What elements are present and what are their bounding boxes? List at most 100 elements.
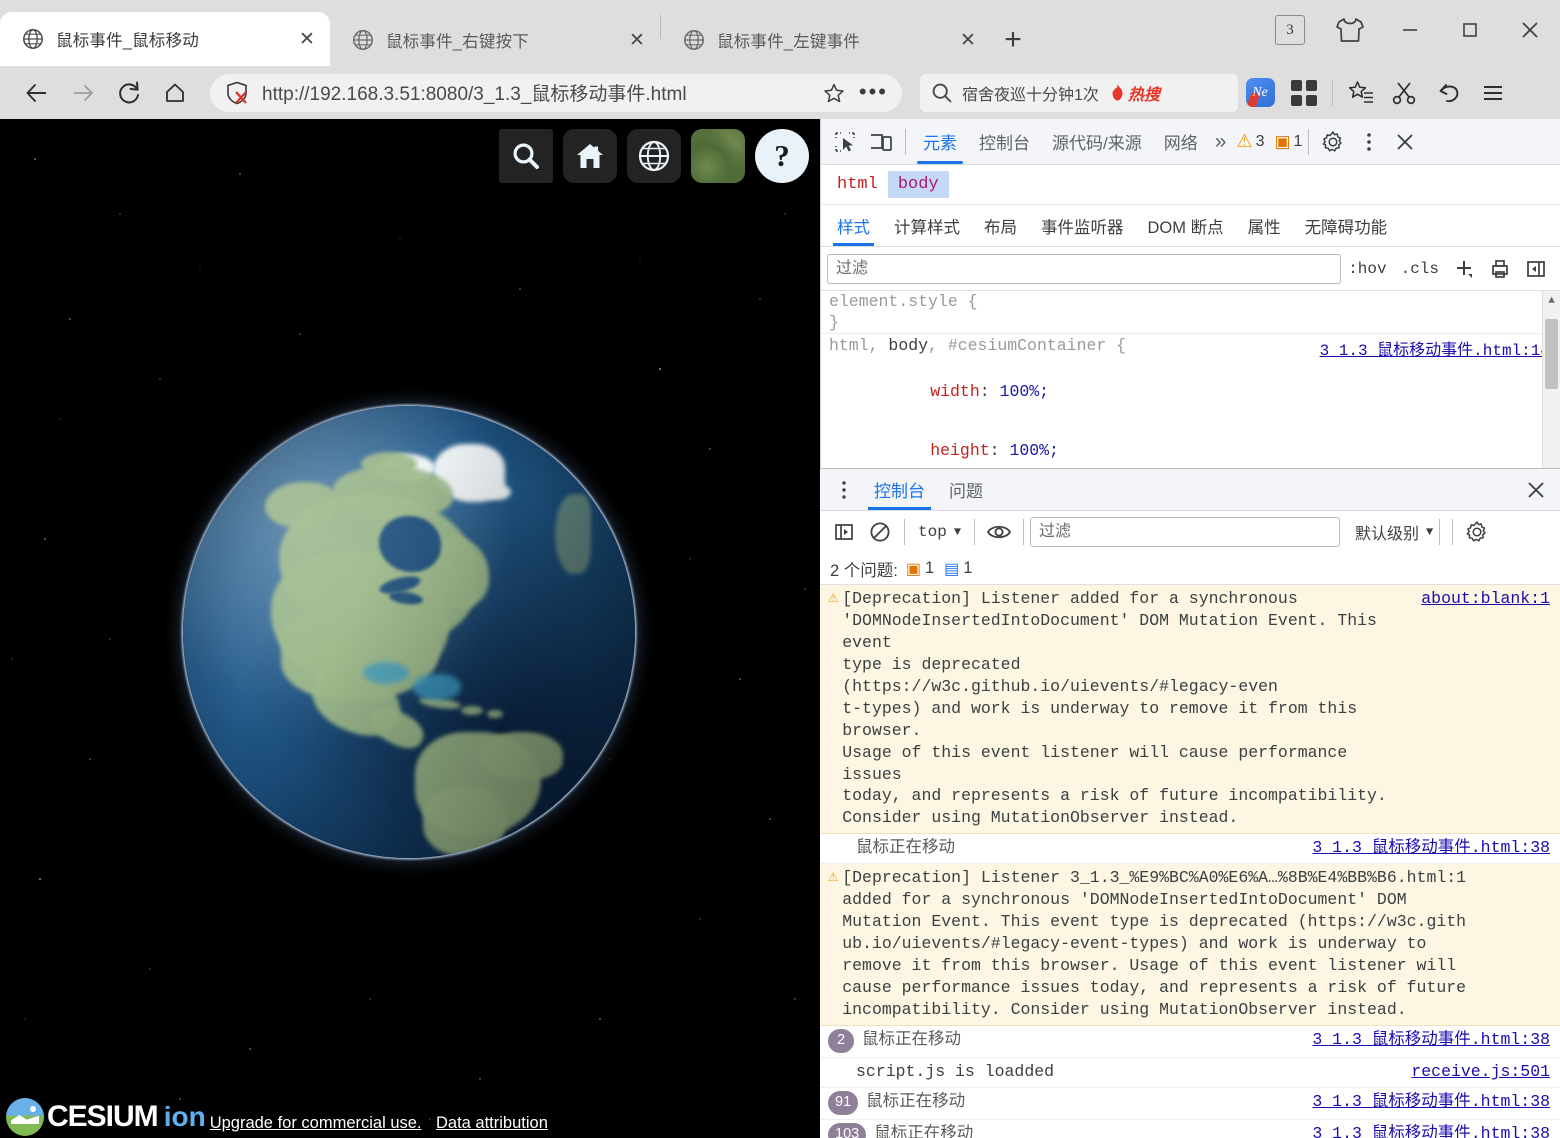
search-geocoder-button[interactable] bbox=[499, 129, 553, 183]
devtools-tab-network[interactable]: 网络 bbox=[1153, 120, 1209, 164]
shield-warning-icon[interactable] bbox=[224, 80, 250, 106]
reload-button[interactable] bbox=[106, 72, 152, 114]
data-attribution-link[interactable]: Data attribution bbox=[436, 1114, 548, 1132]
devtools-issue-count[interactable]: ▣ 1 bbox=[1274, 132, 1302, 152]
css-property-value[interactable]: 100%; bbox=[1000, 382, 1050, 401]
console-message-warning[interactable]: ⚠ [Deprecation] Listener added for a syn… bbox=[820, 585, 1560, 835]
devtools-warning-count[interactable]: ⚠ 3 bbox=[1236, 131, 1264, 152]
back-button[interactable] bbox=[14, 72, 60, 114]
minimize-button[interactable] bbox=[1380, 2, 1440, 58]
upgrade-link[interactable]: Upgrade for commercial use. bbox=[210, 1114, 422, 1132]
chevron-down-icon[interactable]: ▼ bbox=[954, 525, 968, 539]
devtools-close-icon[interactable] bbox=[1387, 124, 1423, 160]
browser-tab-0[interactable]: 鼠标事件_鼠标移动 ✕ bbox=[0, 12, 330, 66]
base-layer-picker-button[interactable] bbox=[691, 129, 745, 183]
css-selector-html[interactable]: html bbox=[829, 336, 869, 355]
bookmark-star-icon[interactable] bbox=[823, 82, 845, 104]
console-message-source[interactable]: 3_1.3_鼠标移动事件.html:38 bbox=[1312, 1030, 1550, 1049]
console-message-warning[interactable]: ⚠ [Deprecation] Listener 3_1.3_%E9%BC%A0… bbox=[820, 864, 1560, 1026]
console-context-selector[interactable]: top bbox=[911, 523, 954, 541]
scene-mode-globe-button[interactable] bbox=[627, 129, 681, 183]
sub-tab-layout[interactable]: 布局 bbox=[972, 206, 1029, 246]
devtools-more-tabs-button[interactable]: » bbox=[1209, 120, 1233, 164]
console-message-source[interactable]: receive.js:501 bbox=[1411, 1062, 1550, 1081]
css-declaration[interactable]: width: 100%; bbox=[821, 362, 1560, 421]
hov-button[interactable]: :hov bbox=[1341, 260, 1393, 278]
more-vertical-icon[interactable] bbox=[1351, 124, 1387, 160]
css-selector-body[interactable]: body bbox=[888, 336, 928, 355]
console-message-log[interactable]: script.js is loadded receive.js:501 bbox=[820, 1058, 1560, 1088]
devtools-tab-sources[interactable]: 源代码/来源 bbox=[1041, 120, 1153, 164]
apps-grid-button[interactable] bbox=[1282, 72, 1326, 114]
cesium-viewport[interactable]: ? CESIUM ion Upgrade for commercial use.… bbox=[0, 119, 820, 1138]
tab-close-button[interactable]: ✕ bbox=[955, 27, 981, 53]
hot-search-badge[interactable]: 热搜 bbox=[1109, 81, 1160, 105]
breadcrumb-body[interactable]: body bbox=[887, 171, 949, 198]
collections-button[interactable] bbox=[1339, 72, 1383, 114]
sub-tab-event-listeners[interactable]: 事件监听器 bbox=[1029, 206, 1136, 246]
cesium-ion-logo[interactable]: CESIUM ion bbox=[6, 1098, 206, 1136]
console-level-selector[interactable]: 默认级别 bbox=[1348, 520, 1426, 544]
console-issues-summary[interactable]: 2 个问题: ▣ 1 ▤ 1 bbox=[820, 553, 1560, 585]
earth-globe[interactable] bbox=[183, 406, 635, 858]
tab-close-button[interactable]: ✕ bbox=[294, 26, 320, 52]
home-button[interactable] bbox=[563, 129, 617, 183]
address-bar[interactable]: http://192.168.3.51:8080/3_1.3_鼠标移动事件.ht… bbox=[210, 73, 902, 112]
console-message-log[interactable]: 91 鼠标正在移动 3_1.3_鼠标移动事件.html:38 bbox=[820, 1088, 1560, 1120]
live-expression-eye-icon[interactable] bbox=[981, 514, 1017, 550]
gear-icon[interactable] bbox=[1315, 124, 1351, 160]
screenshot-button[interactable] bbox=[1383, 72, 1427, 114]
sub-tab-accessibility[interactable]: 无障碍功能 bbox=[1293, 206, 1400, 246]
console-message-source[interactable]: 3_1.3_鼠标移动事件.html:38 bbox=[1312, 838, 1550, 857]
scrollbar-thumb[interactable] bbox=[1545, 319, 1558, 389]
browser-tab-1[interactable]: 鼠标事件_右键按下 ✕ bbox=[330, 14, 660, 66]
device-toolbar-icon[interactable] bbox=[863, 124, 899, 160]
scroll-up-arrow[interactable]: ▲ bbox=[1543, 291, 1560, 311]
undo-button[interactable] bbox=[1427, 72, 1471, 114]
drawer-more-vertical-icon[interactable] bbox=[826, 472, 862, 508]
new-tab-button[interactable]: + bbox=[991, 18, 1035, 62]
navigation-help-button[interactable]: ? bbox=[755, 129, 809, 183]
print-style-icon[interactable] bbox=[1482, 251, 1518, 287]
console-message-log[interactable]: 2 鼠标正在移动 3_1.3_鼠标移动事件.html:38 bbox=[820, 1026, 1560, 1058]
console-message-source[interactable]: about:blank:1 bbox=[1421, 589, 1550, 608]
close-button[interactable] bbox=[1500, 2, 1560, 58]
forward-button[interactable] bbox=[60, 72, 106, 114]
tab-count-badge-button[interactable]: 3 bbox=[1260, 2, 1320, 58]
styles-filter-input[interactable] bbox=[827, 253, 1342, 284]
console-message-list[interactable]: ⚠ [Deprecation] Listener added for a syn… bbox=[820, 585, 1560, 1138]
chevron-down-icon[interactable]: ▼ bbox=[1426, 525, 1433, 539]
clear-console-icon[interactable] bbox=[862, 514, 898, 550]
search-input[interactable]: 宿舍夜巡十分钟1次 bbox=[962, 81, 1099, 105]
breadcrumb-html[interactable]: html bbox=[827, 171, 888, 198]
browser-tab-2[interactable]: 鼠标事件_左键事件 ✕ bbox=[661, 14, 991, 66]
cls-button[interactable]: .cls bbox=[1394, 260, 1446, 278]
css-source-link[interactable]: 3_1.3_鼠标移动事件.html:14 bbox=[1320, 336, 1550, 360]
sub-tab-styles[interactable]: 样式 bbox=[825, 206, 882, 246]
tab-close-button[interactable]: ✕ bbox=[624, 27, 650, 53]
sub-tab-properties[interactable]: 属性 bbox=[1236, 206, 1293, 246]
sub-tab-computed[interactable]: 计算样式 bbox=[882, 206, 972, 246]
new-style-rule-icon[interactable] bbox=[1446, 251, 1482, 287]
ne-extension-button[interactable]: Ne bbox=[1238, 72, 1282, 114]
drawer-close-icon[interactable] bbox=[1518, 472, 1554, 508]
console-sidebar-icon[interactable] bbox=[826, 514, 862, 550]
toggle-sidebar-icon[interactable] bbox=[1518, 251, 1554, 287]
console-message-log[interactable]: 鼠标正在移动 3_1.3_鼠标移动事件.html:38 bbox=[820, 834, 1560, 865]
sub-tab-dom-breakpoints[interactable]: DOM 断点 bbox=[1136, 206, 1236, 246]
more-options-icon[interactable]: ••• bbox=[859, 81, 888, 103]
console-message-log[interactable]: 103 鼠标正在移动 3_1.3_鼠标移动事件.html:38 bbox=[820, 1120, 1560, 1138]
home-button[interactable] bbox=[152, 72, 198, 114]
console-filter-input[interactable] bbox=[1030, 517, 1341, 547]
drawer-tab-issues[interactable]: 问题 bbox=[937, 470, 995, 510]
devtools-tab-console[interactable]: 控制台 bbox=[968, 120, 1041, 164]
devtools-tab-elements[interactable]: 元素 bbox=[912, 120, 968, 164]
console-message-source[interactable]: 3_1.3_鼠标移动事件.html:38 bbox=[1312, 1124, 1550, 1138]
browser-menu-button[interactable] bbox=[1471, 72, 1515, 114]
css-property-value[interactable]: 100%; bbox=[1009, 441, 1059, 460]
search-box[interactable]: 宿舍夜巡十分钟1次 热搜 bbox=[920, 73, 1238, 112]
css-selector-cesium[interactable]: #cesiumContainer bbox=[948, 336, 1106, 355]
console-message-source[interactable]: 3_1.3_鼠标移动事件.html:38 bbox=[1312, 1092, 1550, 1111]
console-settings-gear-icon[interactable] bbox=[1459, 514, 1495, 550]
inspect-element-icon[interactable] bbox=[827, 124, 863, 160]
